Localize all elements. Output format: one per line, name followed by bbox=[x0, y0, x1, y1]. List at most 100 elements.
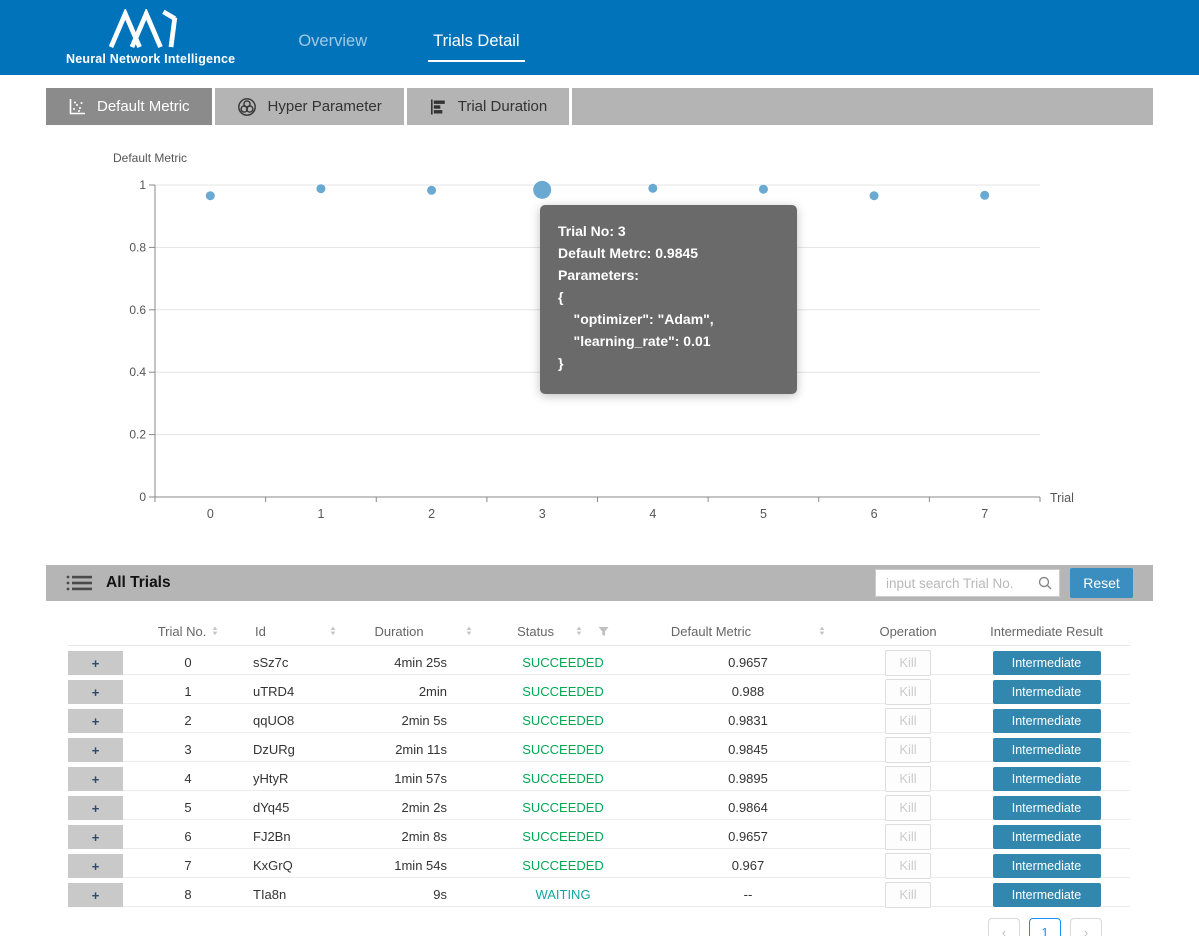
kill-button[interactable]: Kill bbox=[885, 882, 931, 908]
sort-icon[interactable]: ▲▼ bbox=[330, 627, 336, 637]
app-header: Neural Network Intelligence Overview Tria… bbox=[0, 0, 1199, 75]
tab-hyper-parameter[interactable]: Hyper Parameter bbox=[215, 88, 407, 125]
hyper-parameter-icon bbox=[237, 97, 257, 117]
sort-icon[interactable]: ▲▼ bbox=[466, 627, 472, 637]
intermediate-button[interactable]: Intermediate bbox=[993, 709, 1101, 733]
cell-operation: Kill bbox=[853, 738, 963, 761]
trial-point-3[interactable] bbox=[533, 181, 551, 199]
cell-operation: Kill bbox=[853, 825, 963, 848]
kill-button[interactable]: Kill bbox=[885, 650, 931, 676]
pagination-next-button[interactable]: › bbox=[1070, 918, 1102, 936]
kill-button[interactable]: Kill bbox=[885, 824, 931, 850]
cell-intermediate-result: Intermediate bbox=[963, 854, 1130, 877]
cell-trial-no: 6 bbox=[123, 825, 253, 848]
table-row: +3DzURg2min 11sSUCCEEDED0.9845KillInterm… bbox=[68, 738, 1130, 762]
svg-text:7: 7 bbox=[981, 507, 988, 521]
sort-icon[interactable]: ▲▼ bbox=[819, 627, 825, 637]
cell-default-metric: 0.9864 bbox=[643, 796, 853, 819]
column-header-default-metric[interactable]: Default Metric▲▼ bbox=[643, 618, 853, 645]
trial-point-1[interactable] bbox=[316, 184, 325, 193]
expand-row-button[interactable]: + bbox=[68, 796, 123, 820]
column-header-status[interactable]: Status▲▼ bbox=[483, 618, 643, 645]
intermediate-button[interactable]: Intermediate bbox=[993, 651, 1101, 675]
kill-button[interactable]: Kill bbox=[885, 708, 931, 734]
kill-button[interactable]: Kill bbox=[885, 766, 931, 792]
table-row: +0sSz7c4min 25sSUCCEEDED0.9657KillInterm… bbox=[68, 651, 1130, 675]
cell-duration: 4min 25s bbox=[363, 651, 483, 674]
column-header-id[interactable]: Id▲▼ bbox=[253, 618, 363, 645]
svg-text:4: 4 bbox=[649, 507, 656, 521]
cell-trial-no: 5 bbox=[123, 796, 253, 819]
cell-intermediate-result: Intermediate bbox=[963, 796, 1130, 819]
expand-row-button[interactable]: + bbox=[68, 738, 123, 762]
pagination-prev-button[interactable]: ‹ bbox=[988, 918, 1020, 936]
sort-icon[interactable]: ▲▼ bbox=[212, 627, 218, 637]
cell-status: SUCCEEDED bbox=[483, 854, 643, 877]
cell-operation: Kill bbox=[853, 680, 963, 703]
nav-trials-detail[interactable]: Trials Detail bbox=[428, 32, 525, 62]
pagination-page-1-button[interactable]: 1 bbox=[1029, 918, 1061, 936]
cell-id: yHtyR bbox=[253, 767, 363, 790]
search-icon[interactable] bbox=[1038, 576, 1052, 595]
search-trial-input[interactable] bbox=[875, 569, 1060, 597]
svg-text:6: 6 bbox=[871, 507, 878, 521]
nni-logo[interactable]: Neural Network Intelligence bbox=[66, 9, 235, 66]
svg-text:1: 1 bbox=[139, 178, 146, 192]
kill-button[interactable]: Kill bbox=[885, 737, 931, 763]
cell-trial-no: 2 bbox=[123, 709, 253, 732]
trial-point-5[interactable] bbox=[759, 185, 768, 194]
cell-operation: Kill bbox=[853, 709, 963, 732]
expand-row-button[interactable]: + bbox=[68, 883, 123, 907]
intermediate-button[interactable]: Intermediate bbox=[993, 767, 1101, 791]
nav-overview[interactable]: Overview bbox=[293, 32, 372, 62]
cell-trial-no: 7 bbox=[123, 854, 253, 877]
sort-icon[interactable]: ▲▼ bbox=[576, 627, 582, 637]
cell-trial-no: 4 bbox=[123, 767, 253, 790]
expand-row-button[interactable]: + bbox=[68, 854, 123, 878]
expand-row-button[interactable]: + bbox=[68, 767, 123, 791]
column-header-duration[interactable]: Duration ▲▼ bbox=[363, 618, 483, 645]
trial-tooltip: Trial No: 3Default Metrc: 0.9845Paramete… bbox=[540, 205, 797, 394]
table-row: +5dYq452min 2sSUCCEEDED0.9864KillInterme… bbox=[68, 796, 1130, 820]
intermediate-button[interactable]: Intermediate bbox=[993, 680, 1101, 704]
filter-icon[interactable] bbox=[598, 626, 609, 637]
cell-status: SUCCEEDED bbox=[483, 825, 643, 848]
cell-trial-no: 3 bbox=[123, 738, 253, 761]
expand-row-button[interactable]: + bbox=[68, 651, 123, 675]
kill-button[interactable]: Kill bbox=[885, 853, 931, 879]
tab-default-metric[interactable]: Default Metric bbox=[46, 88, 215, 125]
column-label: Duration bbox=[374, 624, 423, 639]
table-row: +4yHtyR1min 57sSUCCEEDED0.9895KillInterm… bbox=[68, 767, 1130, 791]
trial-point-0[interactable] bbox=[206, 191, 215, 200]
all-trials-title: All Trials bbox=[106, 574, 171, 592]
intermediate-button[interactable]: Intermediate bbox=[993, 796, 1101, 820]
cell-default-metric: 0.988 bbox=[643, 680, 853, 703]
svg-text:0: 0 bbox=[139, 490, 146, 504]
expand-row-button[interactable]: + bbox=[68, 825, 123, 849]
intermediate-button[interactable]: Intermediate bbox=[993, 825, 1101, 849]
intermediate-button[interactable]: Intermediate bbox=[993, 854, 1101, 878]
expand-row-button[interactable]: + bbox=[68, 680, 123, 704]
intermediate-button[interactable]: Intermediate bbox=[993, 883, 1101, 907]
kill-button[interactable]: Kill bbox=[885, 795, 931, 821]
table-row: +2qqUO82min 5sSUCCEEDED0.9831KillInterme… bbox=[68, 709, 1130, 733]
column-header-trial-no-[interactable]: Trial No.▲▼ bbox=[123, 618, 253, 645]
cell-duration: 9s bbox=[363, 883, 483, 906]
expand-row-button[interactable]: + bbox=[68, 709, 123, 733]
reset-button[interactable]: Reset bbox=[1070, 568, 1133, 598]
nni-trials-detail-page: Neural Network Intelligence Overview Tria… bbox=[0, 0, 1199, 936]
trial-point-7[interactable] bbox=[980, 191, 989, 200]
cell-id: TIa8n bbox=[253, 883, 363, 906]
trial-point-6[interactable] bbox=[870, 191, 879, 200]
trial-point-2[interactable] bbox=[427, 186, 436, 195]
cell-operation: Kill bbox=[853, 854, 963, 877]
cell-trial-no: 1 bbox=[123, 680, 253, 703]
trial-point-4[interactable] bbox=[648, 184, 657, 193]
cell-status: SUCCEEDED bbox=[483, 796, 643, 819]
cell-trial-no: 8 bbox=[123, 883, 253, 906]
intermediate-button[interactable]: Intermediate bbox=[993, 738, 1101, 762]
cell-status: SUCCEEDED bbox=[483, 738, 643, 761]
tab-trial-duration[interactable]: Trial Duration bbox=[407, 88, 572, 125]
cell-default-metric: 0.9895 bbox=[643, 767, 853, 790]
kill-button[interactable]: Kill bbox=[885, 679, 931, 705]
